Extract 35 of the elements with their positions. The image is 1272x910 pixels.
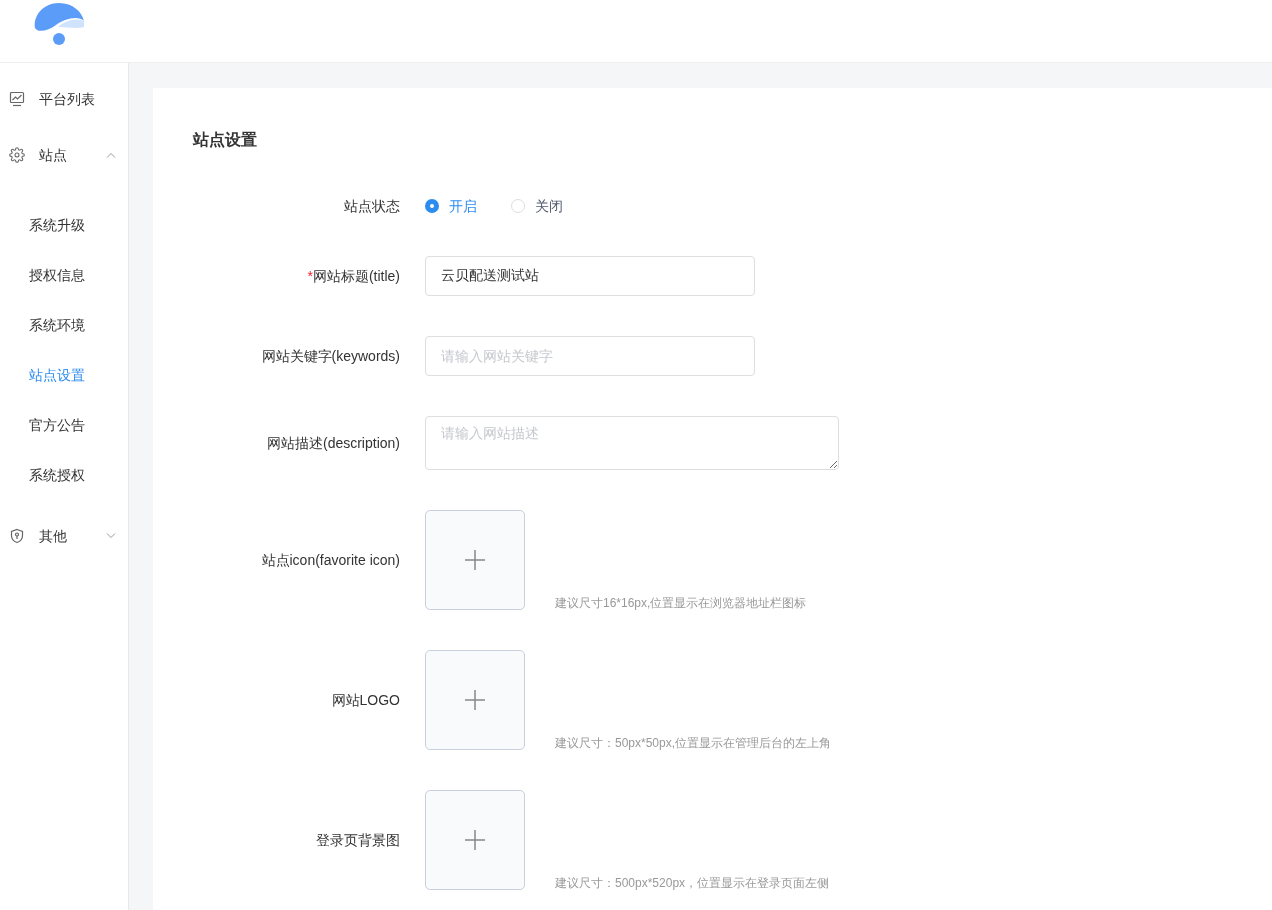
upload-hint: 建议尺寸：500px*520px，位置显示在登录页面左侧 — [555, 875, 830, 892]
sidebar-subitem[interactable]: 官方公告 — [0, 400, 128, 450]
plus-icon — [465, 690, 485, 710]
logo-icon — [33, 2, 85, 46]
field-label: 网站描述(description) — [266, 434, 400, 451]
shield-icon — [9, 528, 25, 544]
field-label: 网站LOGO — [331, 691, 400, 708]
textarea-field[interactable]: 请输入网站描述 — [425, 416, 839, 470]
field-label: 网站关键字(keywords) — [261, 347, 400, 364]
field-label: 登录页背景图 — [316, 831, 400, 848]
upload-hint: 建议尺寸16*16px,位置显示在浏览器地址栏图标 — [555, 595, 807, 612]
sidebar-subitem[interactable]: 系统环境 — [0, 300, 128, 350]
upload-button[interactable] — [425, 790, 525, 890]
sidebar-subitem[interactable]: 系统升级 — [0, 200, 128, 250]
radio-option[interactable]: 关闭 — [511, 195, 563, 217]
plus-icon — [465, 550, 485, 570]
upload-button[interactable] — [425, 650, 525, 750]
page-title: 站点设置 — [193, 130, 257, 150]
field-label: 站点状态 — [344, 197, 400, 214]
field-label: 站点icon(favorite icon) — [261, 551, 400, 568]
sidebar-menu-item[interactable]: 其他 — [0, 508, 128, 564]
settings-icon — [9, 147, 25, 163]
sidebar-menu-item[interactable]: 站点 — [0, 127, 128, 183]
sidebar-subitem[interactable]: 授权信息 — [0, 250, 128, 300]
input-field[interactable]: 云贝配送测试站 — [425, 256, 755, 296]
sidebar-menu-item[interactable]: 平台列表 — [0, 71, 128, 127]
chart-icon — [9, 91, 25, 107]
plus-icon — [465, 830, 485, 850]
field-label: *网站标题(title) — [307, 267, 400, 284]
sidebar-subitem[interactable]: 系统授权 — [0, 450, 128, 500]
radio-option[interactable]: 开启 — [425, 195, 477, 217]
upload-button[interactable] — [425, 510, 525, 610]
sidebar-subitem[interactable]: 站点设置 — [0, 350, 128, 400]
input-field[interactable]: 请输入网站关键字 — [425, 336, 755, 376]
upload-hint: 建议尺寸：50px*50px,位置显示在管理后台的左上角 — [555, 735, 832, 752]
